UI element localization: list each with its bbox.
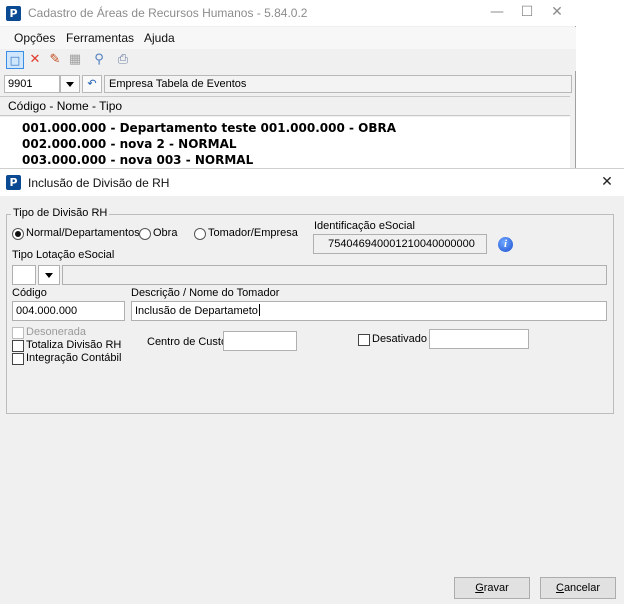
integracao-checkbox[interactable] xyxy=(12,353,24,365)
radio-normal-label[interactable]: Normal/Departamentos xyxy=(26,227,140,239)
main-window-title: Cadastro de Áreas de Recursos Humanos - … xyxy=(28,6,308,20)
division-type-group: Tipo de Divisão RH Normal/Departamentos … xyxy=(6,207,614,414)
desativado-label[interactable]: Desativado xyxy=(372,333,427,345)
desativado-checkbox[interactable] xyxy=(358,334,370,346)
company-code-field[interactable]: 9901 xyxy=(4,75,60,93)
calculator-icon[interactable]: ▦ xyxy=(66,51,84,69)
menu-ajuda[interactable]: Ajuda xyxy=(144,31,175,45)
menu-bar: Opções Ferramentas Ajuda xyxy=(0,27,576,49)
company-dropdown-button[interactable] xyxy=(60,75,80,93)
delete-icon[interactable]: ✕ xyxy=(26,51,44,69)
list-item[interactable]: 002.000.000 - nova 2 - NORMAL xyxy=(22,137,237,151)
radio-normal[interactable] xyxy=(12,228,24,240)
tipo-lotacao-dropdown[interactable] xyxy=(38,265,60,285)
inclusion-dialog: P Inclusão de Divisão de RH ✕ Tipo de Di… xyxy=(0,168,624,604)
tipo-lotacao-label: Tipo Lotação eSocial xyxy=(12,249,115,261)
esocial-id-field: 754046940001210040000000 xyxy=(313,234,487,254)
tipo-lotacao-code-field[interactable] xyxy=(12,265,36,285)
cancel-accel: C xyxy=(555,582,564,594)
print-icon[interactable]: ⎙ xyxy=(114,51,132,69)
tipo-lotacao-description xyxy=(62,265,607,285)
totaliza-label[interactable]: Totaliza Divisão RH xyxy=(26,339,121,351)
centro-custo-label: Centro de Custo xyxy=(147,336,228,348)
app-logo-icon: P xyxy=(6,175,21,190)
radio-obra-label[interactable]: Obra xyxy=(153,227,177,239)
main-titlebar: P Cadastro de Áreas de Recursos Humanos … xyxy=(0,0,576,26)
info-icon[interactable]: i xyxy=(498,237,513,252)
menu-opcoes[interactable]: Opções xyxy=(14,31,55,45)
radio-obra[interactable] xyxy=(139,228,151,240)
descricao-label: Descrição / Nome do Tomador xyxy=(131,287,280,299)
edit-icon[interactable]: ✎ xyxy=(46,51,64,69)
menu-ferramentas[interactable]: Ferramentas xyxy=(66,31,134,45)
group-label: Tipo de Divisão RH xyxy=(11,207,110,219)
save-button[interactable]: Gravar xyxy=(454,577,530,599)
radio-tomador-label[interactable]: Tomador/Empresa xyxy=(208,227,298,239)
search-icon[interactable]: ⚲ xyxy=(90,51,108,69)
toolbar: □ ✕ ✎ ▦ ⚲ ⎙ xyxy=(0,49,576,71)
minimize-button[interactable]: — xyxy=(482,4,512,22)
cancel-button[interactable]: Cancelar xyxy=(540,577,616,599)
dialog-close-icon[interactable]: ✕ xyxy=(596,173,618,191)
desonerada-label: Desonerada xyxy=(26,326,86,338)
desonerada-checkbox[interactable] xyxy=(12,327,24,339)
app-logo-icon: P xyxy=(6,6,21,21)
new-icon[interactable]: □ xyxy=(6,51,24,69)
centro-custo-field[interactable] xyxy=(223,331,297,351)
cancel-label: ancelar xyxy=(563,582,601,594)
codigo-field[interactable]: 004.000.000 xyxy=(12,301,125,321)
radio-tomador[interactable] xyxy=(194,228,206,240)
main-window: P Cadastro de Áreas de Recursos Humanos … xyxy=(0,0,576,168)
dialog-title: Inclusão de Divisão de RH xyxy=(28,176,170,190)
integracao-label[interactable]: Integração Contábil xyxy=(26,352,121,364)
save-label: ravar xyxy=(483,582,509,594)
area-list: 001.000.000 - Departamento teste 001.000… xyxy=(0,117,570,168)
dialog-titlebar: P Inclusão de Divisão de RH ✕ xyxy=(0,169,624,196)
descricao-value: Inclusão de Departameto xyxy=(135,305,258,317)
company-name-field: Empresa Tabela de Eventos xyxy=(104,75,572,93)
esocial-id-label: Identificação eSocial xyxy=(314,220,415,232)
totaliza-checkbox[interactable] xyxy=(12,340,24,352)
text-caret xyxy=(258,304,260,316)
list-header[interactable]: Código - Nome - Tipo xyxy=(0,96,570,116)
descricao-field[interactable]: Inclusão de Departameto xyxy=(131,301,607,321)
list-item[interactable]: 003.000.000 - nova 003 - NORMAL xyxy=(22,153,253,167)
close-button[interactable]: ✕ xyxy=(542,4,572,22)
desativado-field[interactable] xyxy=(429,329,529,349)
screen: P Cadastro de Áreas de Recursos Humanos … xyxy=(0,0,624,604)
maximize-button[interactable]: ☐ xyxy=(512,4,542,22)
company-selector: 9901 ↶ Empresa Tabela de Eventos xyxy=(0,73,576,95)
undo-icon[interactable]: ↶ xyxy=(82,75,102,93)
save-accel: G xyxy=(475,582,484,594)
codigo-label: Código xyxy=(12,287,47,299)
list-item[interactable]: 001.000.000 - Departamento teste 001.000… xyxy=(22,121,396,135)
